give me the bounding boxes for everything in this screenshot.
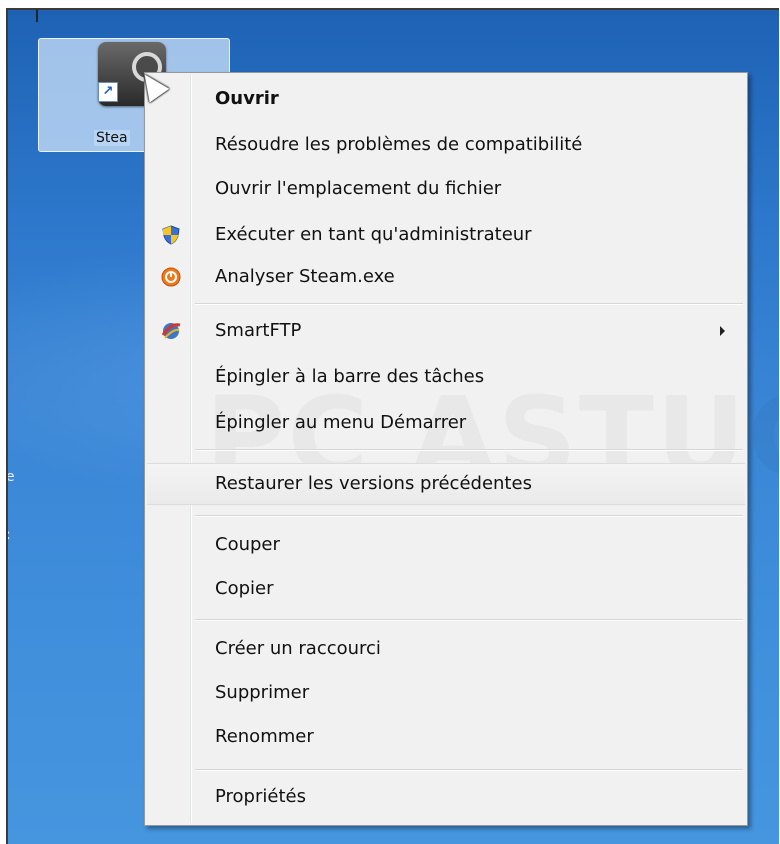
menu-item-label: Ouvrir (215, 88, 279, 109)
screenshot-frame: e : ↗ Stea PC ASTUCES Ouvrir Résoudre le… (0, 0, 780, 844)
menu-item-label: Épingler au menu Démarrer (215, 412, 467, 433)
menu-item-label: SmartFTP (215, 320, 302, 341)
menu-item-label: Copier (215, 578, 274, 599)
menu-item-label: Renommer (215, 726, 314, 747)
desktop-icon-label[interactable]: Stea (94, 130, 130, 146)
desktop-fragment: : (6, 527, 11, 543)
shortcut-arrow-icon: ↗ (98, 82, 118, 102)
menu-item-label: Épingler à la barre des tâches (215, 366, 485, 387)
menu-item-label: Résoudre les problèmes de compatibilité (215, 134, 583, 155)
menu-separator (195, 515, 743, 517)
menu-item-label: Créer un raccourci (215, 638, 381, 659)
top-line (36, 10, 38, 22)
menu-item-copier[interactable]: Copier (147, 569, 745, 609)
menu-item-renommer[interactable]: Renommer (147, 717, 745, 757)
menu-item-couper[interactable]: Couper (147, 525, 745, 565)
menu-separator (195, 619, 743, 621)
menu-item-label: Ouvrir l'emplacement du fichier (215, 178, 502, 199)
submenu-arrow-icon (720, 326, 725, 336)
menu-item-proprietes[interactable]: Propriétés (147, 777, 745, 817)
context-menu: PC ASTUCES Ouvrir Résoudre les problèmes… (144, 72, 748, 826)
smartftp-icon (161, 323, 181, 339)
menu-item-supprimer[interactable]: Supprimer (147, 673, 745, 713)
menu-item-label: Analyser Steam.exe (215, 266, 395, 287)
menu-separator (195, 449, 743, 451)
menu-item-ouvrir-emplacement[interactable]: Ouvrir l'emplacement du fichier (147, 169, 745, 209)
menu-item-label: Restaurer les versions précédentes (215, 473, 532, 494)
menu-item-epingler-demarrer[interactable]: Épingler au menu Démarrer (147, 403, 745, 443)
menu-item-smartftp[interactable]: SmartFTP (147, 311, 745, 351)
menu-item-label: Supprimer (215, 682, 310, 703)
antivirus-icon (161, 267, 181, 287)
menu-item-epingler-barre[interactable]: Épingler à la barre des tâches (147, 357, 745, 397)
menu-item-label: Exécuter en tant qu'administrateur (215, 224, 532, 245)
menu-item-executer-admin[interactable]: Exécuter en tant qu'administrateur (147, 215, 745, 255)
menu-item-label: Couper (215, 534, 280, 555)
menu-item-analyser[interactable]: Analyser Steam.exe (147, 257, 745, 297)
menu-item-label: Propriétés (215, 786, 306, 807)
menu-item-resoudre-compatibilite[interactable]: Résoudre les problèmes de compatibilité (147, 125, 745, 165)
desktop-fragment: e (6, 469, 15, 485)
uac-shield-icon (162, 225, 180, 245)
menu-item-ouvrir[interactable]: Ouvrir (147, 79, 745, 119)
menu-item-creer-raccourci[interactable]: Créer un raccourci (147, 629, 745, 669)
menu-separator (195, 303, 743, 305)
menu-separator (195, 769, 743, 771)
menu-item-restaurer-versions[interactable]: Restaurer les versions précédentes (147, 463, 745, 505)
